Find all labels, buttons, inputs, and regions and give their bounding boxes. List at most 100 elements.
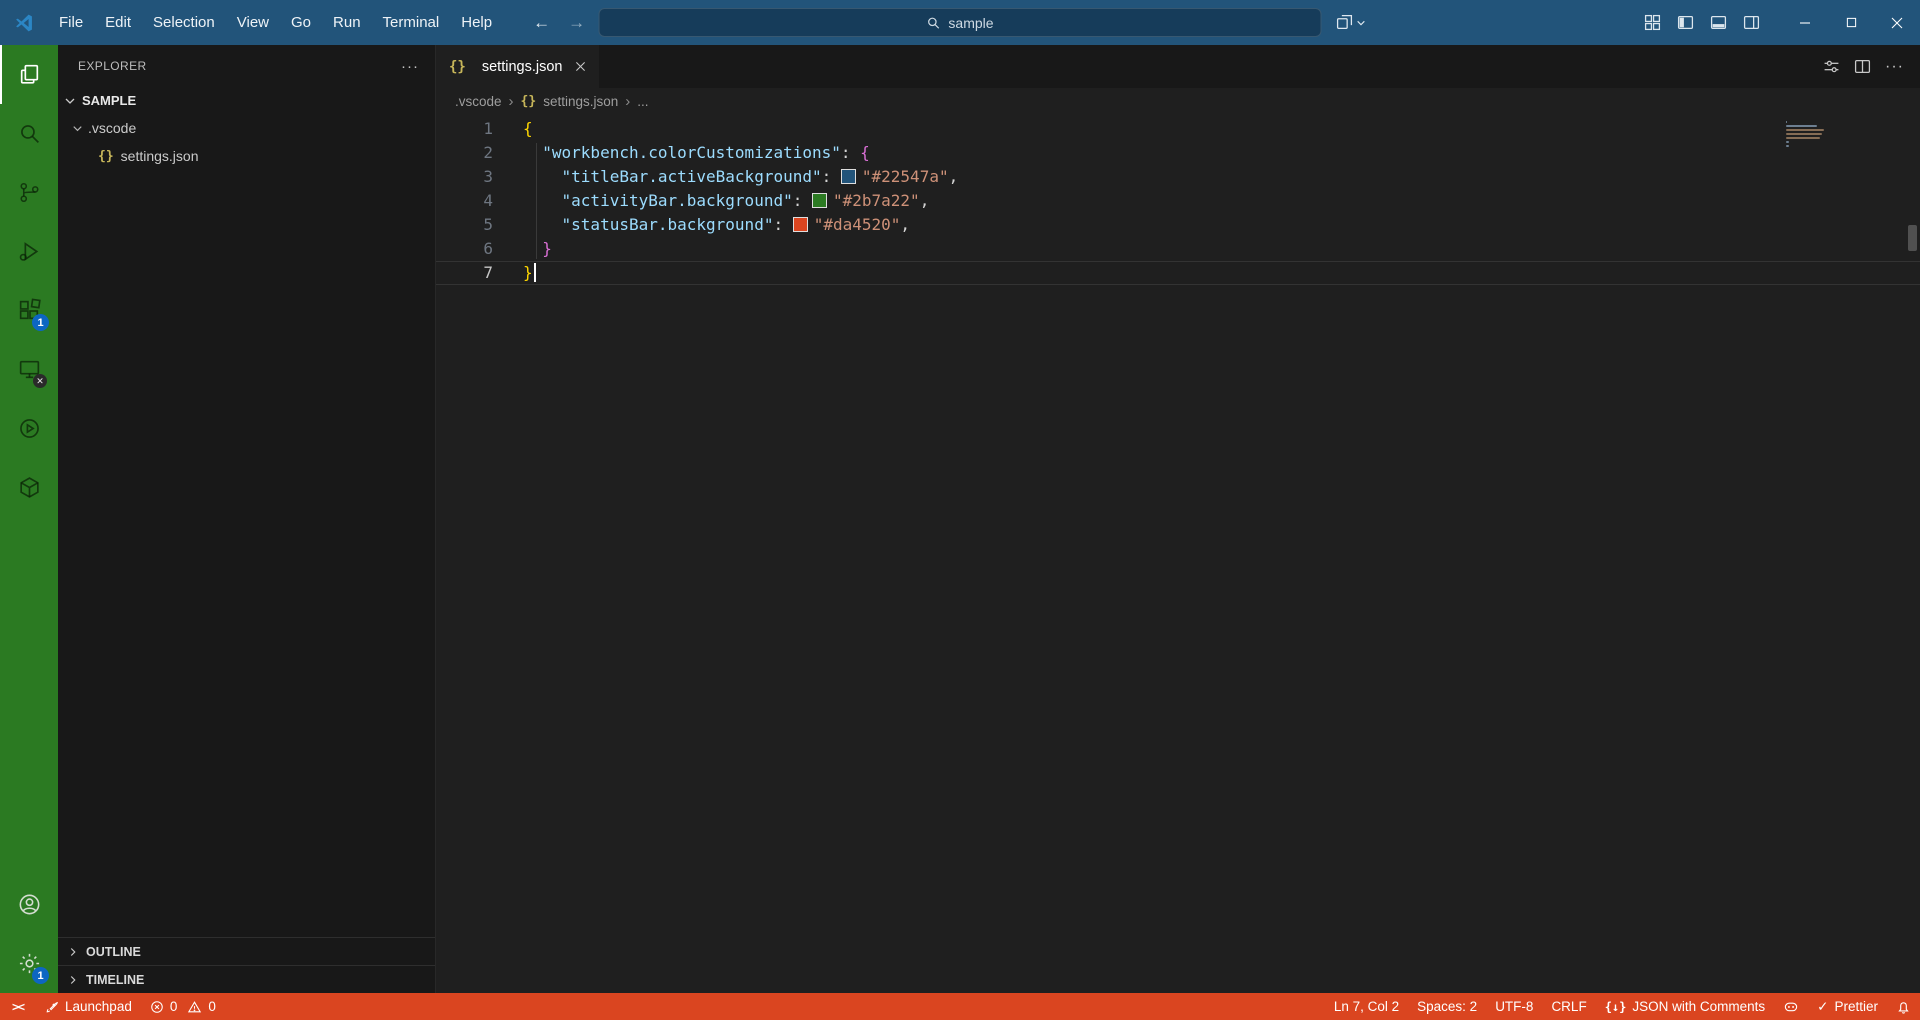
color-swatch[interactable] [793, 217, 808, 232]
bell-icon [1896, 999, 1911, 1014]
chevron-right-icon: › [509, 93, 514, 110]
open-settings-ui-icon[interactable] [1823, 58, 1840, 75]
menu-go[interactable]: Go [280, 0, 322, 45]
more-actions-icon[interactable]: ··· [401, 58, 419, 75]
cursor-position-status[interactable]: Ln 7, Col 2 [1325, 993, 1408, 1020]
back-arrow-icon[interactable]: ← [533, 13, 550, 33]
remote-indicator[interactable]: >< [0, 993, 36, 1020]
chevron-right-icon [66, 945, 80, 959]
copilot-status[interactable] [1774, 993, 1808, 1020]
run-and-debug-activity-icon[interactable] [0, 222, 58, 281]
search-value: sample [948, 15, 993, 31]
toggle-primary-sidebar-icon[interactable] [1669, 7, 1702, 38]
forward-arrow-icon[interactable]: → [568, 13, 585, 33]
breadcrumb-file[interactable]: settings.json [543, 94, 618, 109]
color-swatch[interactable] [812, 193, 827, 208]
code-line-2[interactable]: 2 "workbench.colorCustomizations": { [436, 141, 1920, 165]
search-activity-icon[interactable] [0, 104, 58, 163]
source-control-activity-icon[interactable] [0, 163, 58, 222]
workbench: 1 ✕ 1 EXPLORER · [0, 45, 1920, 993]
warning-triangle-icon [187, 1000, 202, 1014]
split-editor-icon[interactable] [1854, 58, 1871, 75]
code-line-6[interactable]: 6 } [436, 237, 1920, 261]
line-content: { [493, 117, 533, 141]
menu-edit[interactable]: Edit [94, 0, 142, 45]
code-line-4[interactable]: 4 "activityBar.background": "#2b7a22", [436, 189, 1920, 213]
editor-scrollbar[interactable] [1908, 225, 1917, 251]
tree-item-settings-json[interactable]: {} settings.json [58, 142, 435, 170]
more-actions-icon[interactable]: ··· [1885, 58, 1904, 76]
copilot-icon [1783, 999, 1799, 1014]
chevron-down-icon [66, 121, 88, 136]
formatter-status[interactable]: ✓ Prettier [1808, 993, 1887, 1020]
tab-settings-json[interactable]: {} settings.json [436, 45, 599, 88]
notifications-bell[interactable] [1887, 993, 1920, 1020]
sidebar-section-sample[interactable]: SAMPLE [58, 87, 435, 114]
code-line-3[interactable]: 3 "titleBar.activeBackground": "#22547a"… [436, 165, 1920, 189]
status-bar-right: Ln 7, Col 2 Spaces: 2 UTF-8 CRLF {↓} JSO… [1325, 993, 1920, 1020]
menu-file[interactable]: File [48, 0, 94, 45]
line-content: } [493, 237, 552, 261]
menu-run[interactable]: Run [322, 0, 372, 45]
extensions-activity-icon[interactable]: 1 [0, 281, 58, 340]
layout-switcher[interactable] [1336, 8, 1366, 37]
menu-help[interactable]: Help [450, 0, 503, 45]
line-number: 2 [436, 141, 493, 165]
command-center-search[interactable]: sample [599, 8, 1322, 37]
color-swatch[interactable] [841, 169, 856, 184]
launchpad-status-item[interactable]: Launchpad [36, 993, 141, 1020]
code-line-7[interactable]: 7} [436, 261, 1920, 285]
menu-terminal[interactable]: Terminal [372, 0, 451, 45]
breadcrumb-folder[interactable]: .vscode [455, 94, 502, 109]
toggle-secondary-sidebar-icon[interactable] [1735, 7, 1768, 38]
close-button[interactable] [1874, 0, 1920, 45]
title-bar-actions [1636, 0, 1920, 45]
minimap[interactable] [1786, 121, 1832, 147]
eol-status[interactable]: CRLF [1542, 993, 1595, 1020]
menu-view[interactable]: View [226, 0, 280, 45]
search-icon [926, 16, 940, 30]
sidebar-header: EXPLORER ··· [58, 45, 435, 87]
layout-switcher-icon [1336, 14, 1353, 31]
maximize-button[interactable] [1828, 0, 1874, 45]
customize-layout-icon[interactable] [1636, 7, 1669, 38]
accounts-activity-icon[interactable] [0, 875, 58, 934]
title-bar: File Edit Selection View Go Run Terminal… [0, 0, 1920, 45]
remote-explorer-activity-icon[interactable]: ✕ [0, 340, 58, 399]
encoding-status[interactable]: UTF-8 [1486, 993, 1542, 1020]
settings-gear-activity-icon[interactable]: 1 [0, 934, 58, 993]
tab-label: settings.json [482, 59, 563, 75]
line-content: "activityBar.background": "#2b7a22", [493, 189, 929, 213]
vscode-window: File Edit Selection View Go Run Terminal… [0, 0, 1920, 1020]
breadcrumb-symbol[interactable]: ... [637, 94, 648, 109]
language-mode-label: JSON with Comments [1632, 999, 1765, 1014]
explorer-sidebar: EXPLORER ··· SAMPLE .vscode {} settings.… [58, 45, 436, 993]
code-editor[interactable]: 1{2 "workbench.colorCustomizations": {3 … [436, 115, 1920, 993]
timeline-panel-header[interactable]: TIMELINE [58, 965, 435, 993]
minimize-button[interactable] [1782, 0, 1828, 45]
indentation-status[interactable]: Spaces: 2 [1408, 993, 1486, 1020]
panel-label: TIMELINE [86, 973, 144, 987]
formatter-label: Prettier [1834, 999, 1878, 1014]
json-file-icon: {} [521, 94, 537, 109]
run-circle-activity-icon[interactable] [0, 399, 58, 458]
chevron-down-icon [62, 93, 78, 109]
package-activity-icon[interactable] [0, 458, 58, 517]
code-line-1[interactable]: 1{ [436, 117, 1920, 141]
line-number: 6 [436, 237, 493, 261]
section-label: SAMPLE [82, 93, 136, 108]
explorer-activity-icon[interactable] [0, 45, 58, 104]
history-navigation: ← → [533, 13, 585, 33]
toggle-panel-icon[interactable] [1702, 7, 1735, 38]
code-line-5[interactable]: 5 "statusBar.background": "#da4520", [436, 213, 1920, 237]
menu-selection[interactable]: Selection [142, 0, 226, 45]
tree-item-vscode-folder[interactable]: .vscode [58, 114, 435, 142]
close-tab-icon[interactable] [575, 61, 586, 72]
vscode-logo-icon [0, 13, 48, 33]
language-mode-status[interactable]: {↓} JSON with Comments [1596, 993, 1774, 1020]
outline-panel-header[interactable]: OUTLINE [58, 937, 435, 965]
breadcrumb: .vscode › {} settings.json › ... [436, 88, 1920, 115]
code-lines: 1{2 "workbench.colorCustomizations": {3 … [436, 117, 1920, 285]
problems-status-item[interactable]: 0 0 [141, 993, 225, 1020]
chevron-down-icon [1356, 18, 1366, 28]
